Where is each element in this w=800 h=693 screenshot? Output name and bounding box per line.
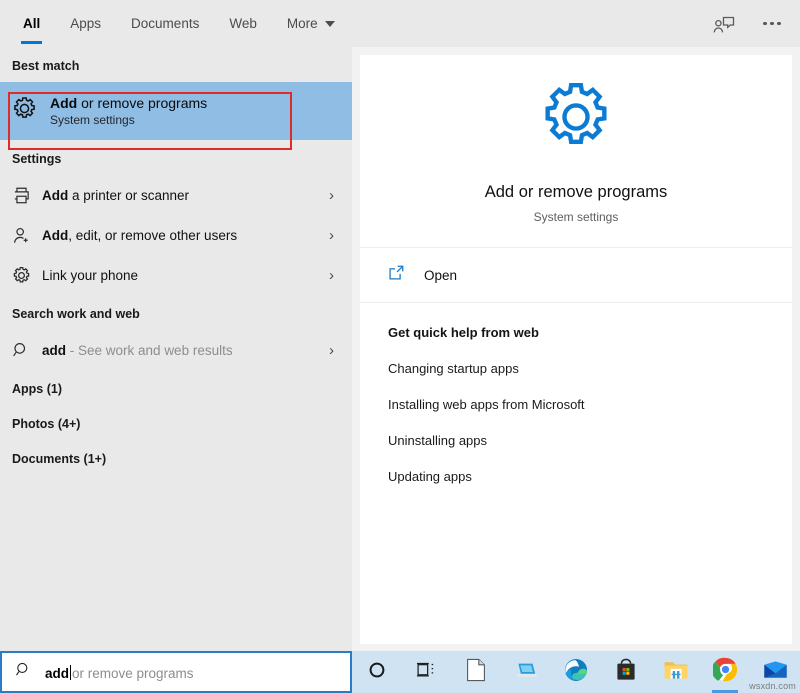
group-header-apps[interactable]: Apps (1) (0, 370, 352, 405)
taskbar-task-view[interactable] (402, 651, 452, 693)
open-button[interactable]: Open (360, 248, 792, 303)
group-header-settings: Settings (12, 152, 62, 166)
taskbar-microsoft-store[interactable] (601, 651, 651, 693)
tab-apps-label: Apps (70, 16, 102, 31)
edge-icon (564, 658, 588, 687)
result-label: add - See work and web results (42, 343, 233, 358)
tab-apps[interactable]: Apps (55, 0, 116, 47)
result-title: Add or remove programs (50, 95, 207, 111)
preview-title: Add or remove programs (484, 183, 668, 201)
preview-card: Add or remove programs System settings (360, 55, 792, 248)
tab-more-label: More (286, 16, 318, 31)
help-link-uninstalling-apps[interactable]: Uninstalling apps (388, 433, 792, 448)
help-link-updating-apps[interactable]: Updating apps (388, 469, 792, 484)
printer-icon (12, 186, 42, 205)
taskbar: wsxdn.com (352, 651, 800, 693)
tab-all-label: All (23, 16, 41, 31)
result-label-rest: , edit, or remove other users (68, 227, 238, 243)
group-header-documents[interactable]: Documents (1+) (0, 440, 352, 475)
result-label-rest: - See work and web results (66, 342, 233, 358)
result-title-bold: Add (50, 95, 78, 111)
tab-web[interactable]: Web (214, 0, 272, 47)
result-add-or-remove-programs[interactable]: Add or remove programs System settings (0, 82, 352, 140)
chevron-right-icon: › (329, 341, 334, 359)
result-label-bold: Add (42, 227, 69, 243)
result-texts: Add or remove programs System settings (50, 95, 207, 127)
add-user-icon (12, 226, 42, 245)
taskbar-file-explorer[interactable] (651, 651, 701, 693)
result-add-edit-remove-users[interactable]: Add, edit, or remove other users › (0, 215, 352, 255)
store-bag-icon (615, 658, 637, 686)
preview-subtitle: System settings (533, 210, 619, 224)
tab-more[interactable]: More (272, 0, 350, 47)
taskbar-google-chrome[interactable] (700, 651, 750, 693)
quick-help-header: Get quick help from web (388, 325, 539, 340)
result-label: Add a printer or scanner (42, 188, 189, 203)
search-icon (12, 341, 42, 359)
help-link-installing-web-apps[interactable]: Installing web apps from Microsoft (388, 397, 792, 412)
result-label-rest: Link your phone (42, 267, 139, 283)
windows-search-overlay: All Apps Documents Web More Best match A… (0, 0, 800, 693)
preview-pane-top-gap (360, 47, 792, 55)
task-view-icon (416, 661, 437, 684)
chrome-icon (711, 657, 738, 687)
result-label-rest: a printer or scanner (68, 187, 190, 203)
person-feedback-icon[interactable] (709, 9, 739, 39)
search-suggestion-text: or remove programs (72, 666, 194, 681)
chevron-right-icon: › (329, 226, 334, 244)
taskbar-cortana[interactable] (352, 651, 402, 693)
tab-list: All Apps Documents Web More (8, 0, 350, 47)
result-title-rest: or remove programs (77, 95, 208, 111)
folder-icon (663, 659, 689, 686)
cortana-circle-icon (367, 660, 387, 685)
tab-documents-label: Documents (131, 16, 200, 31)
chevron-right-icon: › (329, 186, 334, 204)
taskbar-microsoft-edge[interactable] (551, 651, 601, 693)
group-header-best-match: Best match (12, 59, 80, 73)
gear-icon-large (537, 78, 615, 161)
group-header-photos[interactable]: Photos (4+) (0, 405, 352, 440)
laptop-icon (513, 660, 539, 685)
quick-help-section: Get quick help from web Changing startup… (360, 303, 792, 484)
text-cursor (70, 665, 72, 680)
search-input[interactable]: add or remove programs (0, 651, 352, 693)
tabbar-actions (709, 0, 787, 47)
result-label-bold: Add (42, 187, 69, 203)
chevron-right-icon: › (329, 266, 334, 284)
result-subtitle: System settings (50, 113, 135, 127)
taskbar-libreoffice[interactable] (452, 651, 502, 693)
search-icon (15, 661, 32, 683)
result-add-printer-or-scanner[interactable]: Add a printer or scanner › (0, 175, 352, 215)
tab-documents[interactable]: Documents (116, 0, 214, 47)
search-query: add or remove programs (45, 663, 194, 681)
result-label-bold: add (42, 342, 67, 358)
tab-web-label: Web (229, 16, 257, 31)
ellipsis-icon[interactable] (757, 9, 787, 39)
open-label: Open (424, 267, 458, 283)
watermark: wsxdn.com (749, 681, 796, 691)
search-tabbar: All Apps Documents Web More (0, 0, 800, 47)
gear-icon (12, 266, 42, 285)
open-external-icon (388, 264, 405, 286)
result-label: Link your phone (42, 268, 138, 283)
result-label: Add, edit, or remove other users (42, 228, 237, 243)
gear-icon (12, 96, 50, 126)
result-link-your-phone[interactable]: Link your phone › (0, 255, 352, 295)
tab-all[interactable]: All (8, 0, 55, 47)
taskbar-remote-desktop[interactable] (501, 651, 551, 693)
chevron-down-icon (324, 20, 335, 27)
document-page-icon (466, 658, 486, 687)
results-pane: Best match Add or remove programs System… (0, 47, 352, 651)
search-typed-text: add (45, 666, 70, 681)
result-web-search-add[interactable]: add - See work and web results › (0, 330, 352, 370)
group-header-search-work-and-web: Search work and web (12, 307, 140, 321)
help-link-changing-startup-apps[interactable]: Changing startup apps (388, 361, 792, 376)
preview-pane: Add or remove programs System settings O… (360, 55, 792, 644)
